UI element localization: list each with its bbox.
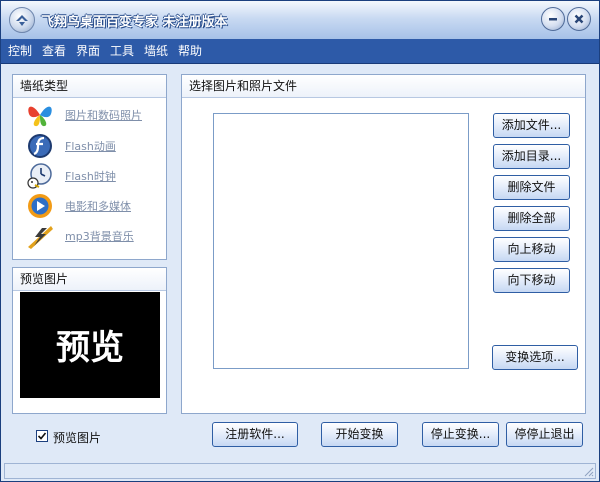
title-bar[interactable]: 飞翔鸟桌面百变专家 未注册版本 [1,1,599,39]
menu-view[interactable]: 查看 [42,39,66,63]
file-selection-panel: 选择图片和照片文件 添加文件... 添加目录... 删除文件 删除全部 向上移动… [181,74,586,414]
add-folder-button[interactable]: 添加目录... [493,144,570,169]
clock-icon [27,163,52,189]
close-icon [574,14,584,24]
type-label-pictures: 图片和数码照片 [65,109,142,122]
menu-interface[interactable]: 界面 [76,39,100,63]
delete-file-button[interactable]: 删除文件 [493,175,570,200]
move-down-button[interactable]: 向下移动 [493,268,570,293]
status-bar [4,463,596,479]
wallpaper-type-title: 墙纸类型 [13,75,166,98]
minimize-button[interactable] [541,7,565,31]
menu-bar: 控制 查看 界面 工具 墙纸 帮助 [1,39,599,64]
preview-panel: 预览图片 预览 [12,267,167,414]
delete-all-button[interactable]: 删除全部 [493,206,570,231]
wallpaper-type-panel: 墙纸类型 图片和数码照片 Flash动画 Flash时钟 电影和多媒体 mp3背… [12,74,167,260]
type-label-flash-clock: Flash时钟 [65,170,116,183]
butterfly-icon [28,106,52,127]
menu-control[interactable]: 控制 [8,39,32,63]
menu-tools[interactable]: 工具 [110,39,134,63]
main-window: 飞翔鸟桌面百变专家 未注册版本 控制 查看 界面 工具 墙纸 帮助 墙纸类型 图… [0,0,600,482]
register-button[interactable]: 注册软件... [212,422,298,447]
preview-image: 预览 [20,292,160,398]
preview-image-text: 预览 [56,328,124,368]
type-label-movies: 电影和多媒体 [65,200,131,213]
type-label-flash-animation: Flash动画 [65,140,116,153]
add-file-button[interactable]: 添加文件... [493,113,570,138]
file-list[interactable] [213,113,469,369]
app-logo-icon[interactable] [9,7,35,33]
flash-icon [28,134,52,158]
media-player-icon [28,194,52,218]
resize-grip-icon[interactable] [582,465,594,477]
stop-exit-button[interactable]: 停停止退出 [506,422,583,447]
window-title: 飞翔鸟桌面百变专家 未注册版本 [41,15,228,30]
stop-transform-button[interactable]: 停止变换... [422,422,499,447]
preview-title: 预览图片 [13,268,166,291]
transform-options-button[interactable]: 变换选项... [492,345,578,370]
minimize-icon [549,18,557,21]
file-selection-title: 选择图片和照片文件 [182,75,585,98]
checkmark-icon [37,432,47,440]
move-up-button[interactable]: 向上移动 [493,237,570,262]
menu-help[interactable]: 帮助 [178,39,202,63]
menu-wallpaper[interactable]: 墙纸 [144,39,168,63]
music-icon [28,226,53,249]
start-transform-button[interactable]: 开始变换 [321,422,398,447]
preview-checkbox[interactable] [36,430,48,442]
preview-checkbox-label: 预览图片 [53,431,102,445]
type-label-mp3-music: mp3背景音乐 [65,230,134,243]
close-button[interactable] [567,7,591,31]
